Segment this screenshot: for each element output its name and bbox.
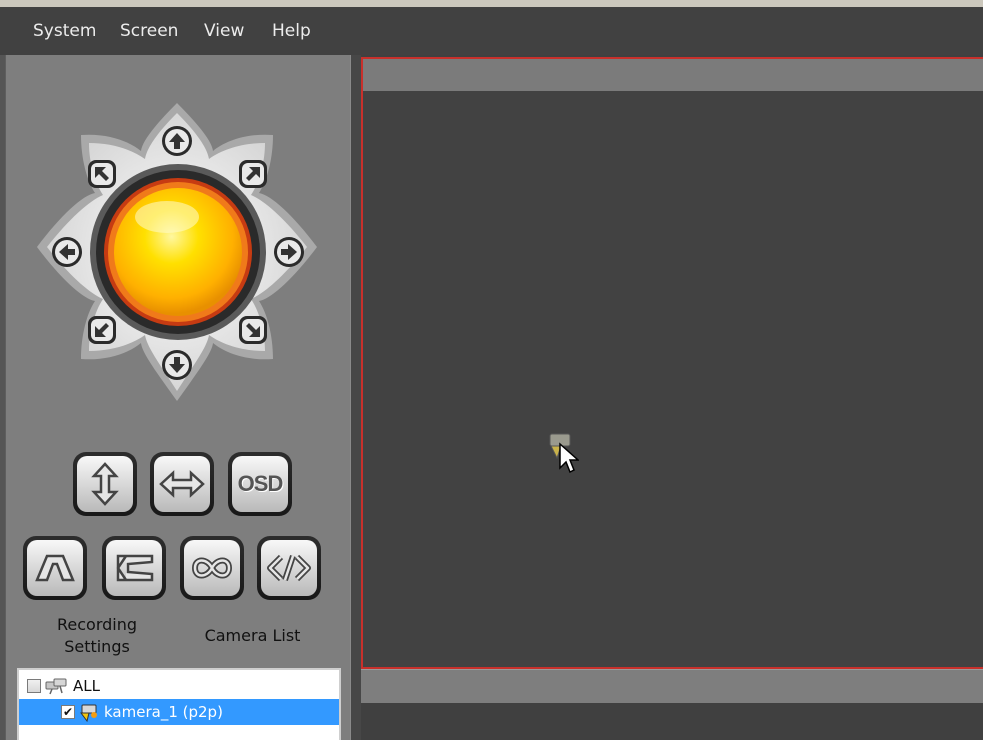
camera-tree: ALL ✔ kamera_1 (p2p) [17, 668, 341, 740]
code-brackets-icon [267, 554, 311, 582]
video-area [361, 55, 983, 740]
drag-camera-icon [549, 433, 579, 474]
wedge-icon [116, 554, 154, 582]
video-view-title-bar [363, 59, 983, 91]
camera-label: kamera_1 (p2p) [104, 703, 223, 721]
all-label: ALL [73, 677, 100, 695]
video-view-second-title-bar [361, 669, 983, 703]
vertical-arrows-icon [91, 462, 119, 506]
arrow-down-icon[interactable] [162, 350, 192, 380]
ptz-center-button[interactable] [90, 164, 266, 340]
osd-label: OSD [237, 471, 284, 496]
arrow-down-right-icon[interactable] [239, 316, 267, 344]
window-top-strip [0, 0, 983, 7]
tree-item-camera[interactable]: ✔ kamera_1 (p2p) [19, 699, 339, 725]
menu-bar: System Screen View Help [0, 7, 983, 55]
video-view-selected[interactable] [361, 57, 983, 669]
ptz-control [37, 103, 317, 401]
infinity-icon [191, 557, 233, 579]
arrow-right-icon[interactable] [274, 237, 304, 267]
flip-vertical-button[interactable] [73, 452, 137, 516]
arrow-left-icon[interactable] [52, 237, 82, 267]
loop-button[interactable] [180, 536, 244, 600]
arrow-down-left-icon[interactable] [88, 316, 116, 344]
camera-group-icon [45, 678, 67, 695]
flip-horizontal-button[interactable] [150, 452, 214, 516]
panel-splitter[interactable] [350, 55, 361, 740]
code-button[interactable] [257, 536, 321, 600]
camera-list-label[interactable]: Camera List [190, 625, 315, 647]
camera-checkbox[interactable]: ✔ [61, 705, 75, 719]
horizontal-arrows-icon [159, 470, 205, 498]
arrow-up-right-icon[interactable] [239, 160, 267, 188]
menu-view[interactable]: View [204, 21, 244, 41]
menu-screen[interactable]: Screen [120, 21, 178, 41]
wide-view-button[interactable] [23, 536, 87, 600]
arrow-up-icon[interactable] [162, 126, 192, 156]
osd-button[interactable]: OSD [228, 452, 292, 516]
menu-help[interactable]: Help [272, 21, 311, 41]
camera-icon [80, 704, 97, 722]
menu-system[interactable]: System [33, 21, 96, 41]
all-checkbox[interactable] [27, 679, 41, 693]
recording-settings-label[interactable]: Recording Settings [42, 614, 152, 658]
trapezoid-icon [35, 554, 75, 582]
arrow-up-left-icon[interactable] [88, 160, 116, 188]
zoom-button[interactable] [102, 536, 166, 600]
tree-item-all[interactable]: ALL [27, 673, 100, 699]
